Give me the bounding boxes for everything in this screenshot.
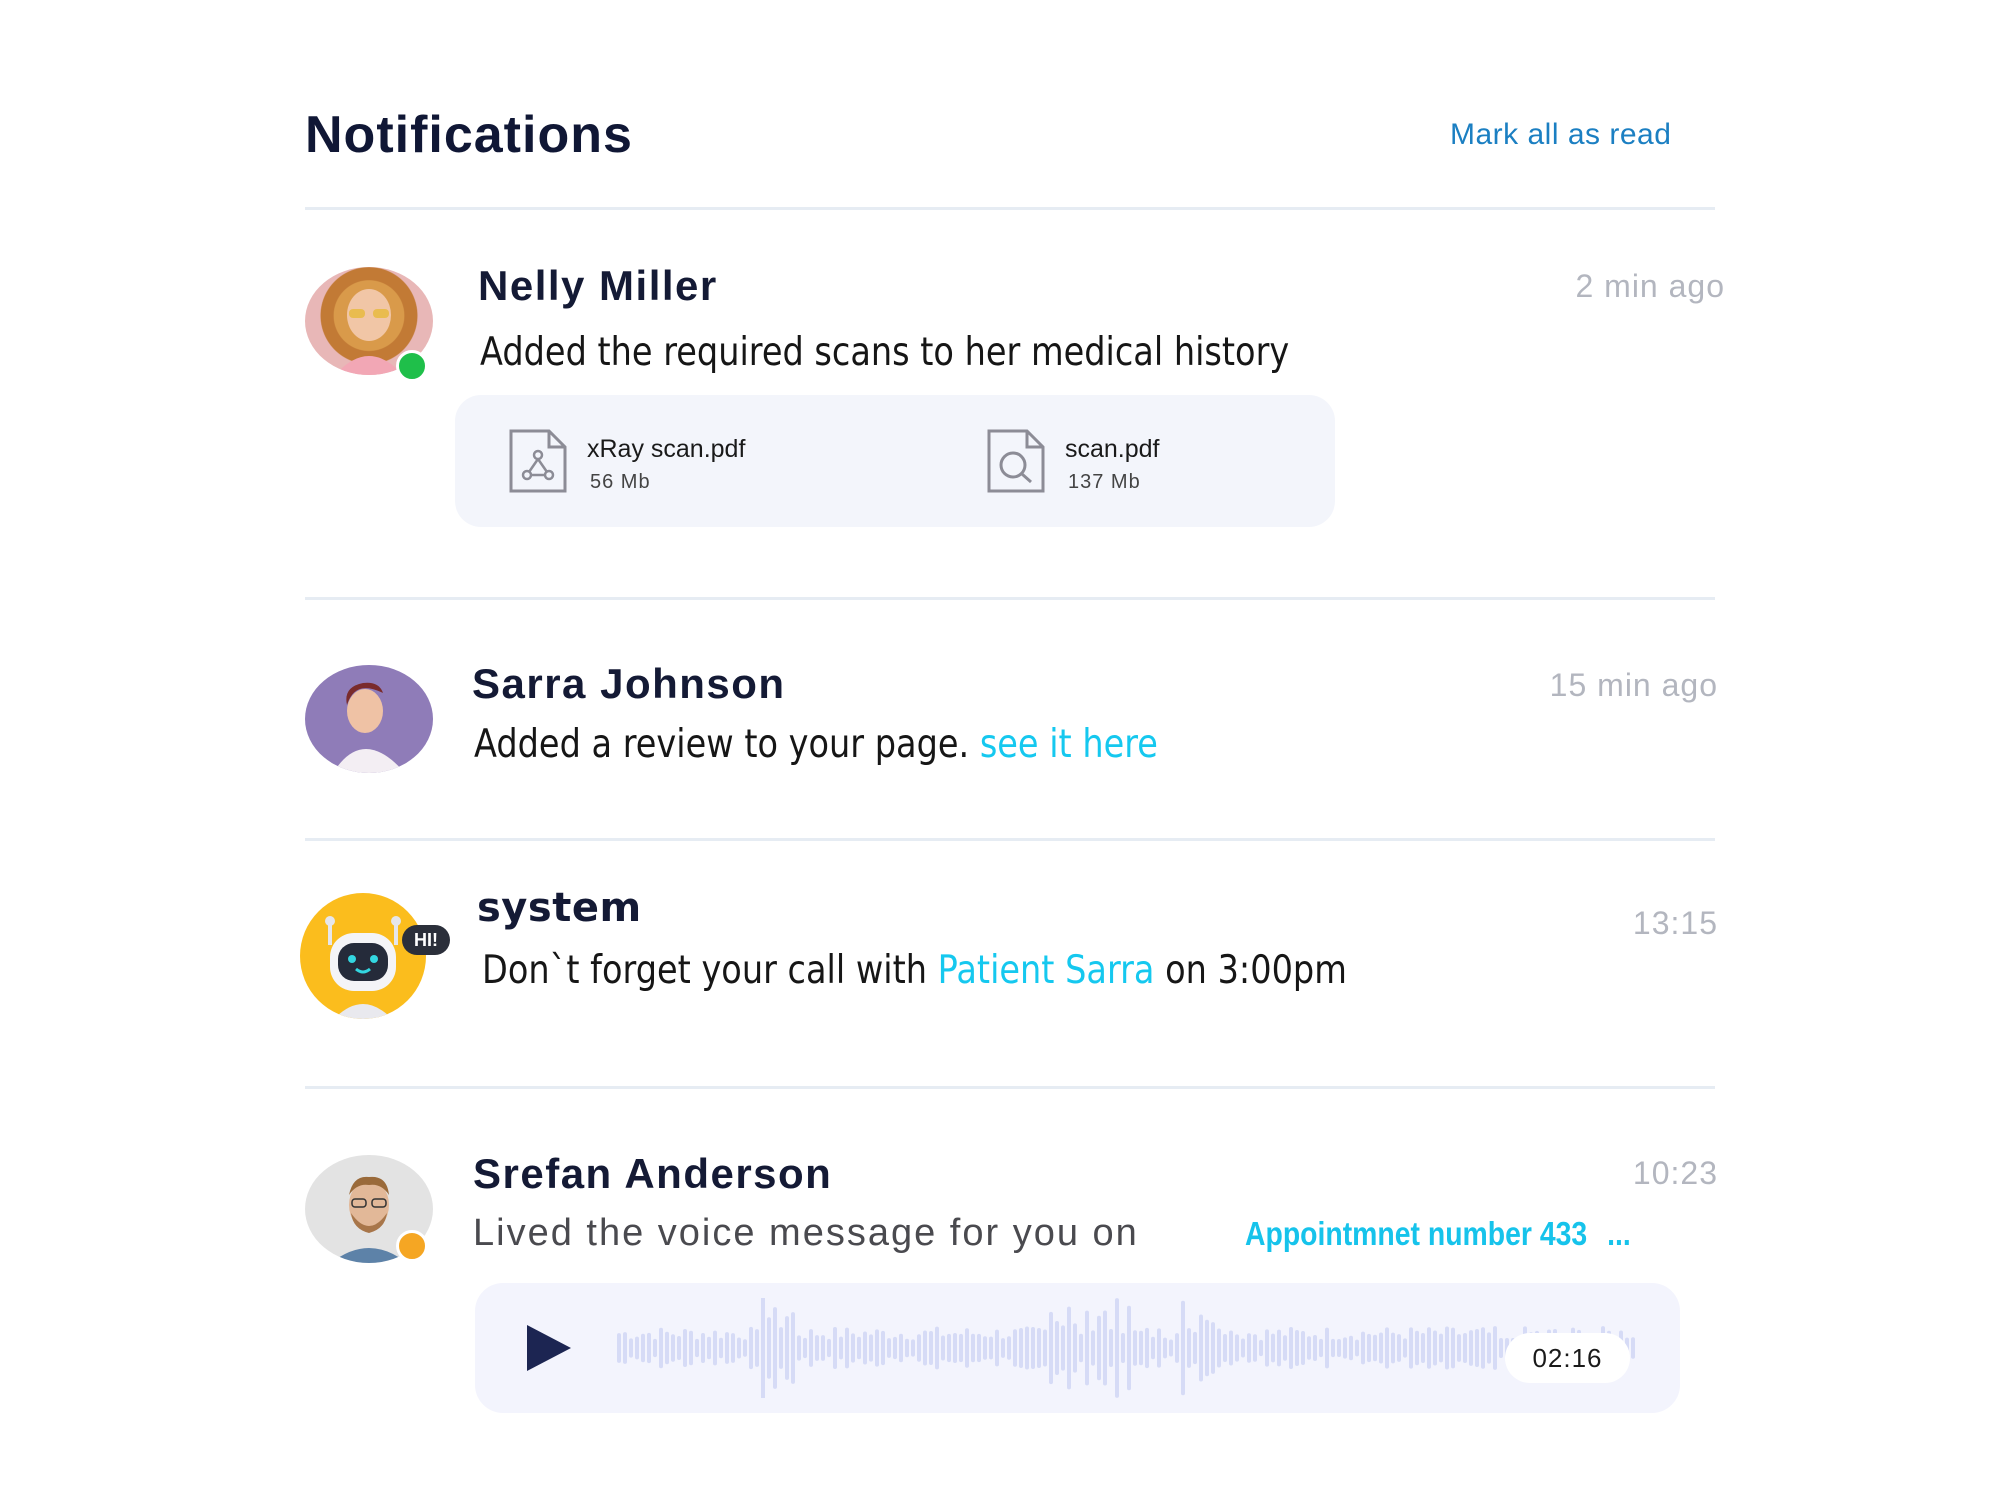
- search-file-icon: [987, 429, 1045, 493]
- timestamp: 10:23: [1632, 1155, 1718, 1191]
- online-status-dot: [396, 350, 428, 382]
- header-divider: [305, 207, 1715, 210]
- see-it-here-link[interactable]: see it here: [980, 722, 1158, 767]
- timestamp: 13:15: [1632, 905, 1718, 941]
- timestamp: 15 min ago: [1549, 667, 1718, 703]
- item-divider: [305, 597, 1715, 600]
- page-title: Notifications: [305, 106, 633, 164]
- audio-waveform[interactable]: [615, 1298, 1640, 1398]
- avatar[interactable]: [305, 665, 433, 773]
- away-status-dot: [396, 1230, 428, 1262]
- sender-name[interactable]: system: [477, 885, 642, 931]
- notification-message: Added the required scans to her medical …: [480, 330, 1290, 375]
- hi-badge: HI!: [402, 925, 450, 955]
- item-divider: [305, 838, 1715, 841]
- robot-icon: [300, 893, 426, 1019]
- voice-message-player: 02:16: [475, 1283, 1680, 1413]
- notification-message: Added a review to your page. see it here: [474, 722, 1158, 767]
- appointment-link-wrapper: Appointmnet number 433 ...: [1245, 1215, 1631, 1253]
- sender-name[interactable]: Nelly Miller: [478, 262, 718, 310]
- sender-name[interactable]: Sarra Johnson: [472, 660, 786, 708]
- notification-message: Don`t forget your call with Patient Sarr…: [482, 948, 1347, 993]
- patient-sarra-link[interactable]: Patient Sarra: [938, 948, 1155, 993]
- play-icon[interactable]: [527, 1325, 571, 1371]
- attachment-filename: scan.pdf: [1065, 435, 1160, 463]
- attachment-filename: xRay scan.pdf: [587, 435, 746, 463]
- timestamp: 2 min ago: [1575, 268, 1725, 304]
- notification-message: Lived the voice message for you on: [473, 1212, 1139, 1254]
- item-divider: [305, 1086, 1715, 1089]
- voice-duration: 02:16: [1505, 1333, 1630, 1383]
- appointment-link[interactable]: Appointmnet number 433: [1245, 1215, 1587, 1252]
- attachments-panel: xRay scan.pdf 56 Mb scan.pdf 137 Mb: [455, 395, 1335, 527]
- sender-name[interactable]: Srefan Anderson: [473, 1150, 832, 1198]
- mark-all-read-link[interactable]: Mark all as read: [1450, 118, 1671, 152]
- xray-file-icon: [509, 429, 567, 493]
- attachment-size: 56 Mb: [590, 471, 651, 493]
- attachment-size: 137 Mb: [1068, 471, 1141, 493]
- more-ellipsis[interactable]: ...: [1607, 1215, 1631, 1252]
